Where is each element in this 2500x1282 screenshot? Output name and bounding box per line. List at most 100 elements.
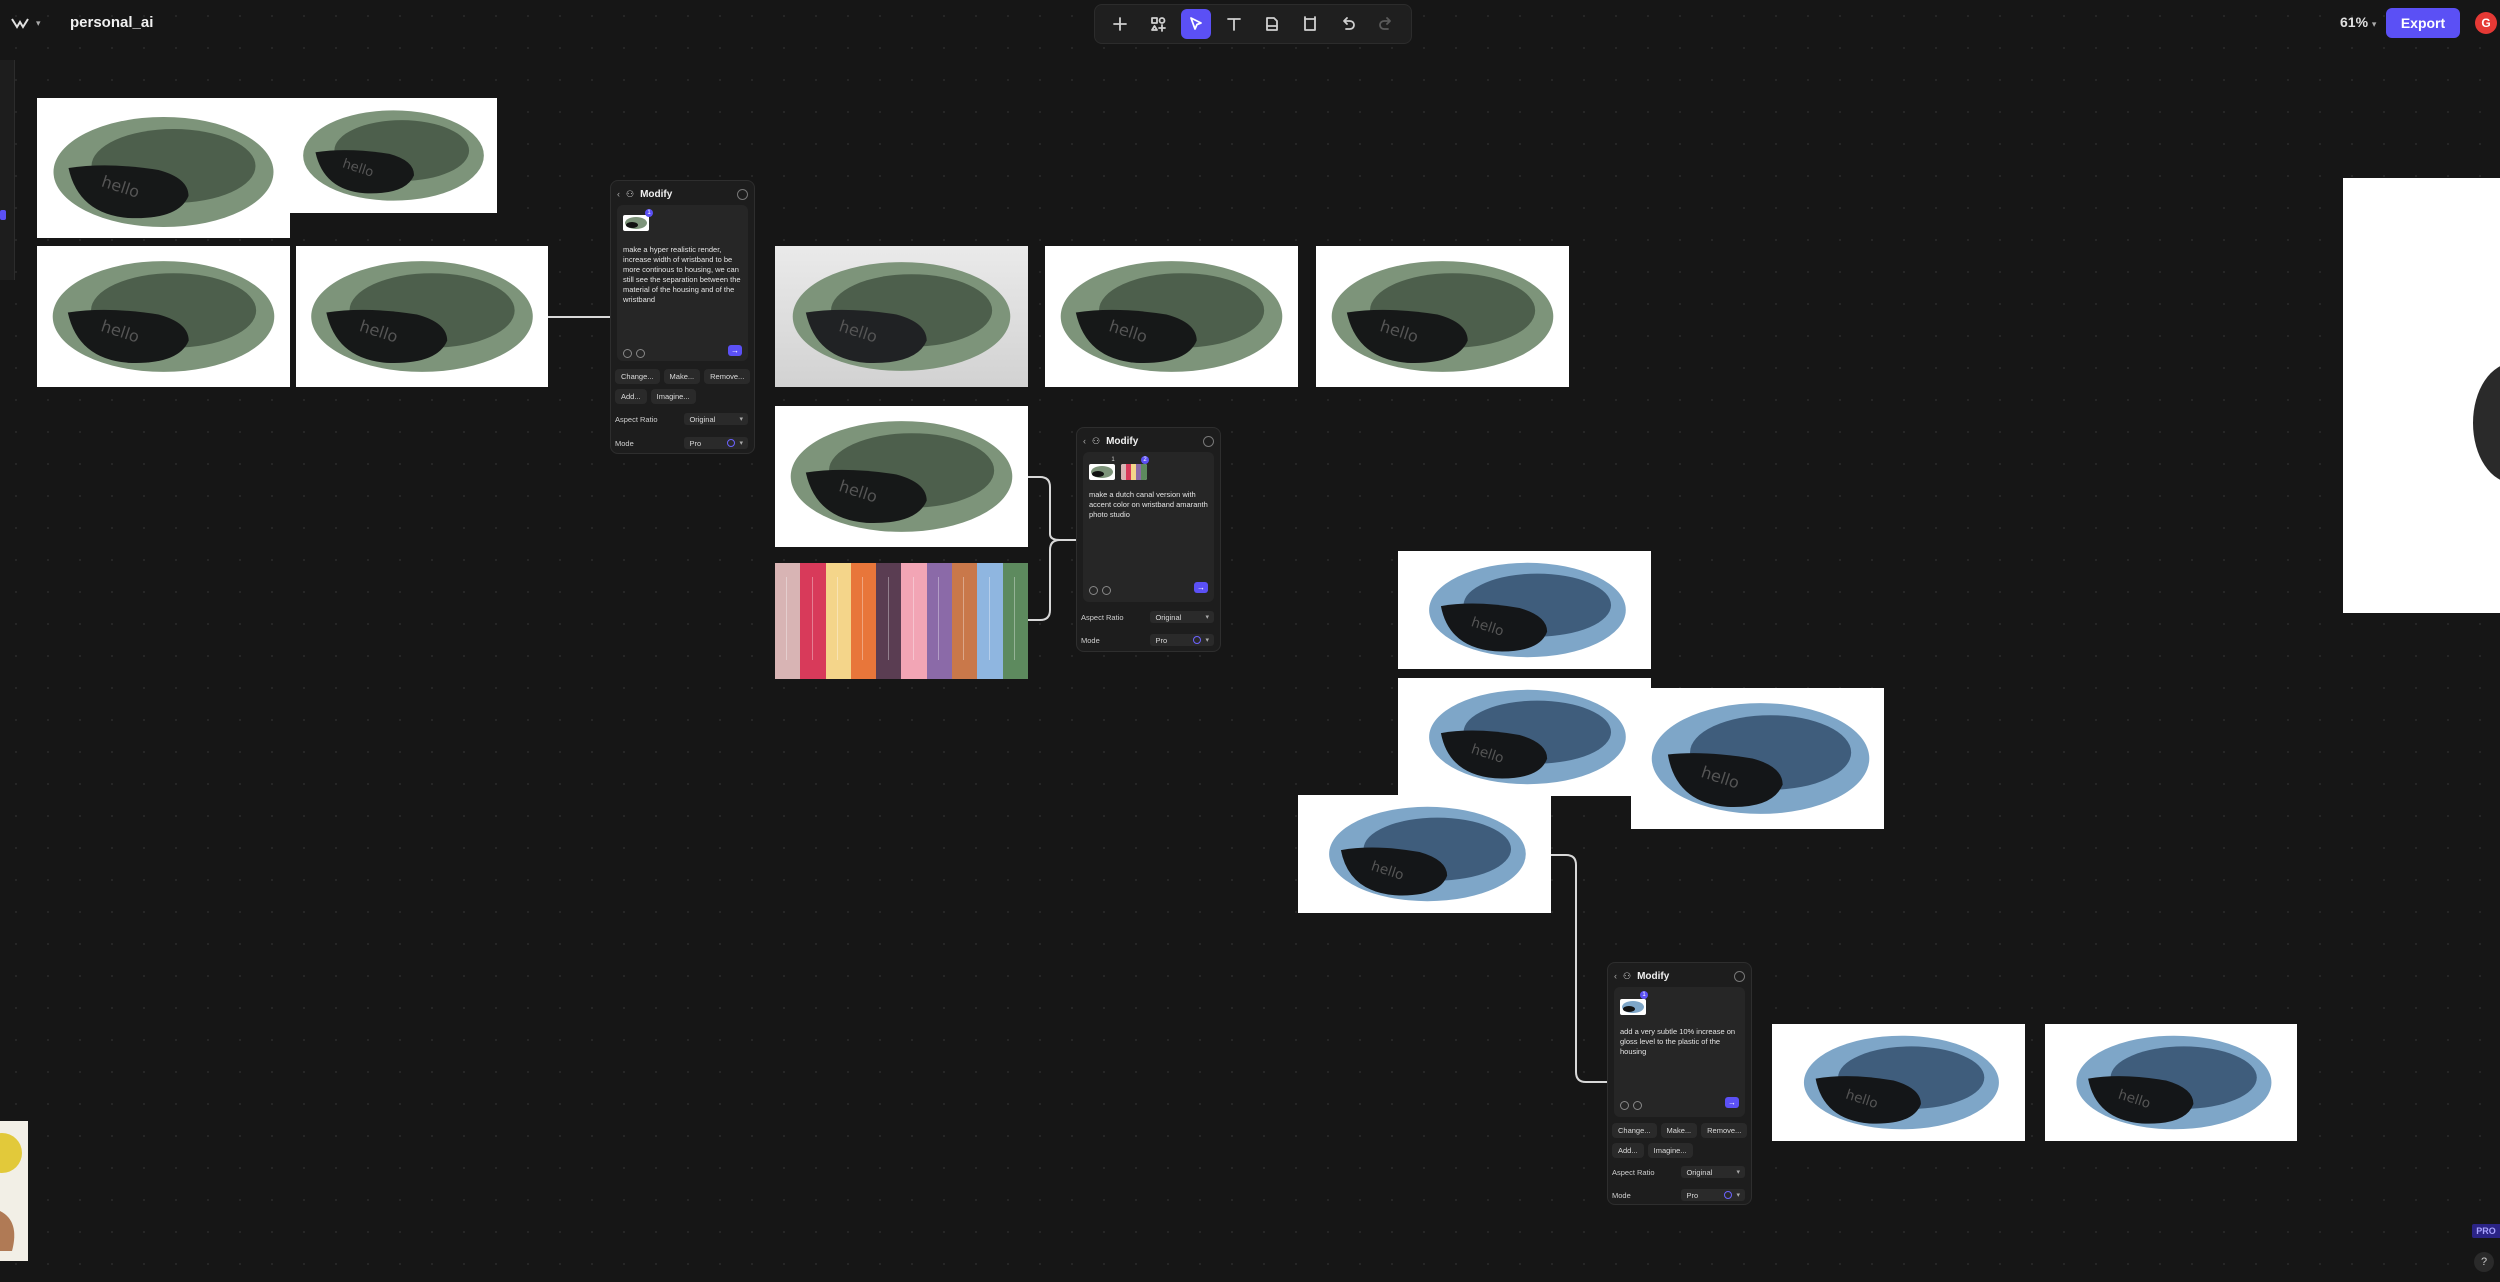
prompt-text[interactable]: add a very subtle 10% increase on gloss … xyxy=(1620,1027,1739,1057)
shapes-tool-button[interactable] xyxy=(1143,9,1173,39)
wristband-blue-render: hello xyxy=(1429,562,1626,658)
help-button[interactable]: ? xyxy=(2474,1252,2494,1272)
mode-select[interactable]: Pro ▾ xyxy=(1681,1189,1745,1201)
reference-thumbnail[interactable] xyxy=(1620,999,1646,1015)
wristband-blue-render: hello xyxy=(2076,1035,2272,1130)
add-tool-button[interactable] xyxy=(1105,9,1135,39)
wristband-green-render: hello xyxy=(1060,261,1283,372)
render-image[interactable]: hello xyxy=(1298,795,1551,913)
chevron-down-icon: ▾ xyxy=(1205,637,1209,644)
back-chevron-icon[interactable]: ‹ xyxy=(1614,971,1617,981)
app-menu-button[interactable]: ▾ xyxy=(10,12,56,34)
chip-remove[interactable]: Remove... xyxy=(1701,1123,1748,1138)
reference-thumbnail[interactable] xyxy=(1121,464,1147,480)
render-image[interactable]: hello xyxy=(775,246,1028,387)
mode-select[interactable]: Pro ▾ xyxy=(1150,634,1214,646)
render-image[interactable]: hello xyxy=(1398,678,1651,796)
logo-icon xyxy=(11,18,29,29)
info-icon[interactable] xyxy=(737,188,748,200)
aspect-ratio-select[interactable]: Original ▾ xyxy=(1150,611,1214,623)
prompt-box[interactable]: 1 2 make a dutch canal version with acce… xyxy=(1083,452,1214,602)
render-image[interactable]: hello xyxy=(1045,246,1298,387)
refresh-icon[interactable] xyxy=(1633,1101,1642,1110)
mode-value: Pro xyxy=(1686,1190,1699,1200)
prompt-text[interactable]: make a dutch canal version with accent c… xyxy=(1089,490,1208,520)
settings-icon[interactable] xyxy=(1089,586,1098,595)
back-chevron-icon[interactable]: ‹ xyxy=(1083,436,1086,446)
chip-remove[interactable]: Remove... xyxy=(704,369,751,384)
send-button[interactable]: → xyxy=(728,345,742,356)
zoom-dropdown[interactable]: 61% ▾ xyxy=(2340,14,2376,30)
reference-thumbnail[interactable] xyxy=(623,215,649,231)
mode-select[interactable]: Pro ▾ xyxy=(684,437,748,449)
render-image[interactable]: hello xyxy=(2045,1024,2297,1141)
prompt-box[interactable]: 1 make a hyper realistic render, increas… xyxy=(617,205,748,361)
info-icon[interactable] xyxy=(1203,435,1214,447)
color-swatch xyxy=(952,563,978,679)
chip-imagine[interactable]: Imagine... xyxy=(650,389,696,404)
prompt-box[interactable]: 1 add a very subtle 10% increase on glos… xyxy=(1614,987,1745,1117)
chip-make[interactable]: Make... xyxy=(663,369,701,384)
mode-value: Pro xyxy=(1155,635,1168,645)
suggestion-chips: Add... Imagine... xyxy=(1612,1143,1693,1158)
left-side-panel[interactable] xyxy=(0,60,15,280)
render-image[interactable]: hello xyxy=(296,246,548,387)
render-image[interactable]: hello xyxy=(1631,688,1884,829)
chip-make[interactable]: Make... xyxy=(1660,1123,1698,1138)
pro-badge[interactable]: PRO xyxy=(2472,1224,2500,1238)
modify-panel: ‹ ⚇ Modify 1 add a very subtle 10% incre… xyxy=(1607,962,1752,1205)
chip-add[interactable]: Add... xyxy=(615,389,647,404)
render-image[interactable]: hello xyxy=(1316,246,1569,387)
settings-icon[interactable] xyxy=(623,349,632,358)
panel-title: Modify xyxy=(640,188,673,200)
aspect-ratio-label: Aspect Ratio xyxy=(615,414,658,424)
render-image[interactable]: hello xyxy=(1772,1024,2025,1141)
text-tool-button[interactable] xyxy=(1219,9,1249,39)
send-button[interactable]: → xyxy=(1194,582,1208,593)
chevron-down-icon: ▾ xyxy=(739,440,743,447)
refresh-icon[interactable] xyxy=(636,349,645,358)
render-image[interactable]: hello xyxy=(290,98,497,213)
wristband-thumbnail xyxy=(1622,1001,1644,1013)
mode-value: Pro xyxy=(689,438,702,448)
wristband-green-render: hello xyxy=(790,421,1013,532)
avatar[interactable]: G xyxy=(2475,12,2497,34)
chip-add[interactable]: Add... xyxy=(1612,1143,1644,1158)
chip-change[interactable]: Change... xyxy=(615,369,660,384)
render-image[interactable]: hello xyxy=(775,406,1028,547)
info-icon[interactable] xyxy=(1734,970,1745,982)
color-swatch-reference-image[interactable] xyxy=(775,563,1028,679)
project-name[interactable]: personal_ai xyxy=(70,14,153,31)
prompt-tools xyxy=(623,349,645,358)
wristband-green-render: hello xyxy=(311,261,533,372)
zoom-value: 61% xyxy=(2340,14,2369,30)
color-swatch xyxy=(926,563,953,679)
reference-thumbnail[interactable] xyxy=(1089,464,1115,480)
pointer-tool-button[interactable] xyxy=(1181,9,1211,39)
aspect-ratio-select[interactable]: Original ▾ xyxy=(1681,1166,1745,1178)
chip-imagine[interactable]: Imagine... xyxy=(1647,1143,1693,1158)
chevron-down-icon: ▾ xyxy=(2371,19,2377,29)
render-image[interactable]: hello xyxy=(37,246,290,387)
yellow-image-partial[interactable] xyxy=(0,1121,28,1261)
send-button[interactable]: → xyxy=(1725,1097,1739,1108)
render-image[interactable]: hello xyxy=(1398,551,1651,669)
aspect-ratio-label: Aspect Ratio xyxy=(1612,1167,1655,1177)
render-image[interactable]: hello xyxy=(37,98,290,238)
mode-row: Mode Pro ▾ xyxy=(615,437,748,449)
refresh-icon[interactable] xyxy=(1102,586,1111,595)
prompt-text[interactable]: make a hyper realistic render, increase … xyxy=(623,245,742,305)
export-button[interactable]: Export xyxy=(2386,8,2460,38)
reference-badge: 2 xyxy=(1141,456,1149,464)
redo-button[interactable] xyxy=(1371,9,1401,39)
color-swatch xyxy=(977,563,1003,679)
chip-change[interactable]: Change... xyxy=(1612,1123,1657,1138)
frame-tool-button[interactable] xyxy=(1295,9,1325,39)
settings-icon[interactable] xyxy=(1620,1101,1629,1110)
color-swatch xyxy=(876,563,902,679)
file-tool-button[interactable] xyxy=(1257,9,1287,39)
undo-button[interactable] xyxy=(1333,9,1363,39)
render-image-partial[interactable] xyxy=(2343,178,2500,613)
aspect-ratio-select[interactable]: Original ▾ xyxy=(684,413,748,425)
back-chevron-icon[interactable]: ‹ xyxy=(617,189,620,199)
